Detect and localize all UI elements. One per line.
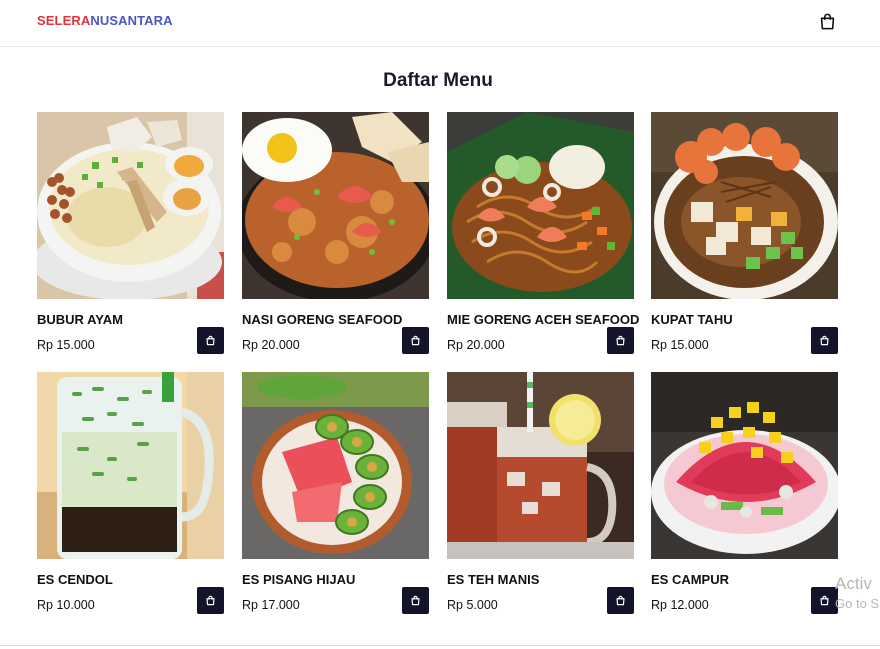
add-to-cart-button[interactable] bbox=[197, 587, 224, 614]
menu-item-price: Rp 5.000 bbox=[447, 598, 498, 612]
menu-item-price: Rp 20.000 bbox=[447, 338, 505, 352]
activation-line-1: Activ bbox=[835, 574, 872, 593]
menu-item-photo bbox=[37, 372, 224, 559]
menu-item-price: Rp 15.000 bbox=[37, 338, 95, 352]
menu-item-name: NASI GORENG SEAFOOD bbox=[242, 312, 403, 327]
menu-item-photo bbox=[37, 112, 224, 299]
menu-item-photo bbox=[447, 112, 634, 299]
brand-part-2: NUSANTARA bbox=[90, 13, 173, 28]
menu-grid: BUBUR AYAM Rp 15.000 NASI GORENG SEAFOOD… bbox=[37, 112, 838, 622]
shopping-bag-icon bbox=[616, 595, 625, 606]
page-title: Daftar Menu bbox=[383, 70, 493, 91]
menu-item-name: MIE GORENG ACEH SEAFOOD bbox=[447, 312, 640, 327]
add-to-cart-button[interactable] bbox=[607, 327, 634, 354]
activation-watermark: Activ Go to S bbox=[835, 574, 879, 611]
add-to-cart-button[interactable] bbox=[811, 587, 838, 614]
shopping-bag-icon bbox=[206, 335, 215, 346]
menu-item-price: Rp 17.000 bbox=[242, 598, 300, 612]
menu-item-name: ES CENDOL bbox=[37, 572, 113, 587]
brand-part-1: SELERA bbox=[37, 13, 91, 28]
menu-item-name: ES TEH MANIS bbox=[447, 572, 540, 587]
cart-button[interactable] bbox=[816, 10, 838, 32]
brand-logo[interactable]: SELERANUSANTARA bbox=[37, 13, 173, 28]
menu-item-name: BUBUR AYAM bbox=[37, 312, 123, 327]
menu-item-price: Rp 12.000 bbox=[651, 598, 709, 612]
footer-divider bbox=[0, 645, 880, 646]
menu-item-price: Rp 10.000 bbox=[37, 598, 95, 612]
menu-item-name: ES PISANG HIJAU bbox=[242, 572, 356, 587]
add-to-cart-button[interactable] bbox=[402, 587, 429, 614]
shopping-bag-icon bbox=[820, 595, 829, 606]
menu-item-photo bbox=[651, 112, 838, 299]
menu-card: ES TEH MANIS Rp 5.000 bbox=[447, 372, 634, 622]
menu-item-photo bbox=[447, 372, 634, 559]
menu-card: ES CAMPUR Rp 12.000 bbox=[651, 372, 838, 622]
menu-card: ES PISANG HIJAU Rp 17.000 bbox=[242, 372, 429, 622]
shopping-bag-icon bbox=[206, 595, 215, 606]
shopping-bag-icon bbox=[820, 335, 829, 346]
menu-card: NASI GORENG SEAFOOD Rp 20.000 bbox=[242, 112, 429, 362]
shopping-bag-icon bbox=[616, 335, 625, 346]
add-to-cart-button[interactable] bbox=[402, 327, 429, 354]
menu-item-photo bbox=[651, 372, 838, 559]
menu-item-price: Rp 20.000 bbox=[242, 338, 300, 352]
menu-card: MIE GORENG ACEH SEAFOOD Rp 20.000 bbox=[447, 112, 639, 362]
add-to-cart-button[interactable] bbox=[811, 327, 838, 354]
shopping-bag-icon bbox=[411, 595, 420, 606]
menu-card: BUBUR AYAM Rp 15.000 bbox=[37, 112, 224, 362]
menu-card: KUPAT TAHU Rp 15.000 bbox=[651, 112, 838, 362]
menu-item-name: ES CAMPUR bbox=[651, 572, 730, 587]
activation-line-2: Go to S bbox=[835, 596, 880, 611]
shopping-bag-icon bbox=[411, 335, 420, 346]
top-navbar: SELERANUSANTARA bbox=[0, 0, 880, 47]
menu-item-photo bbox=[242, 112, 429, 299]
shopping-bag-icon bbox=[820, 13, 834, 29]
menu-item-name: KUPAT TAHU bbox=[651, 312, 733, 327]
menu-item-price: Rp 15.000 bbox=[651, 338, 709, 352]
add-to-cart-button[interactable] bbox=[197, 327, 224, 354]
menu-item-photo bbox=[242, 372, 429, 559]
menu-card: ES CENDOL Rp 10.000 bbox=[37, 372, 224, 622]
add-to-cart-button[interactable] bbox=[607, 587, 634, 614]
